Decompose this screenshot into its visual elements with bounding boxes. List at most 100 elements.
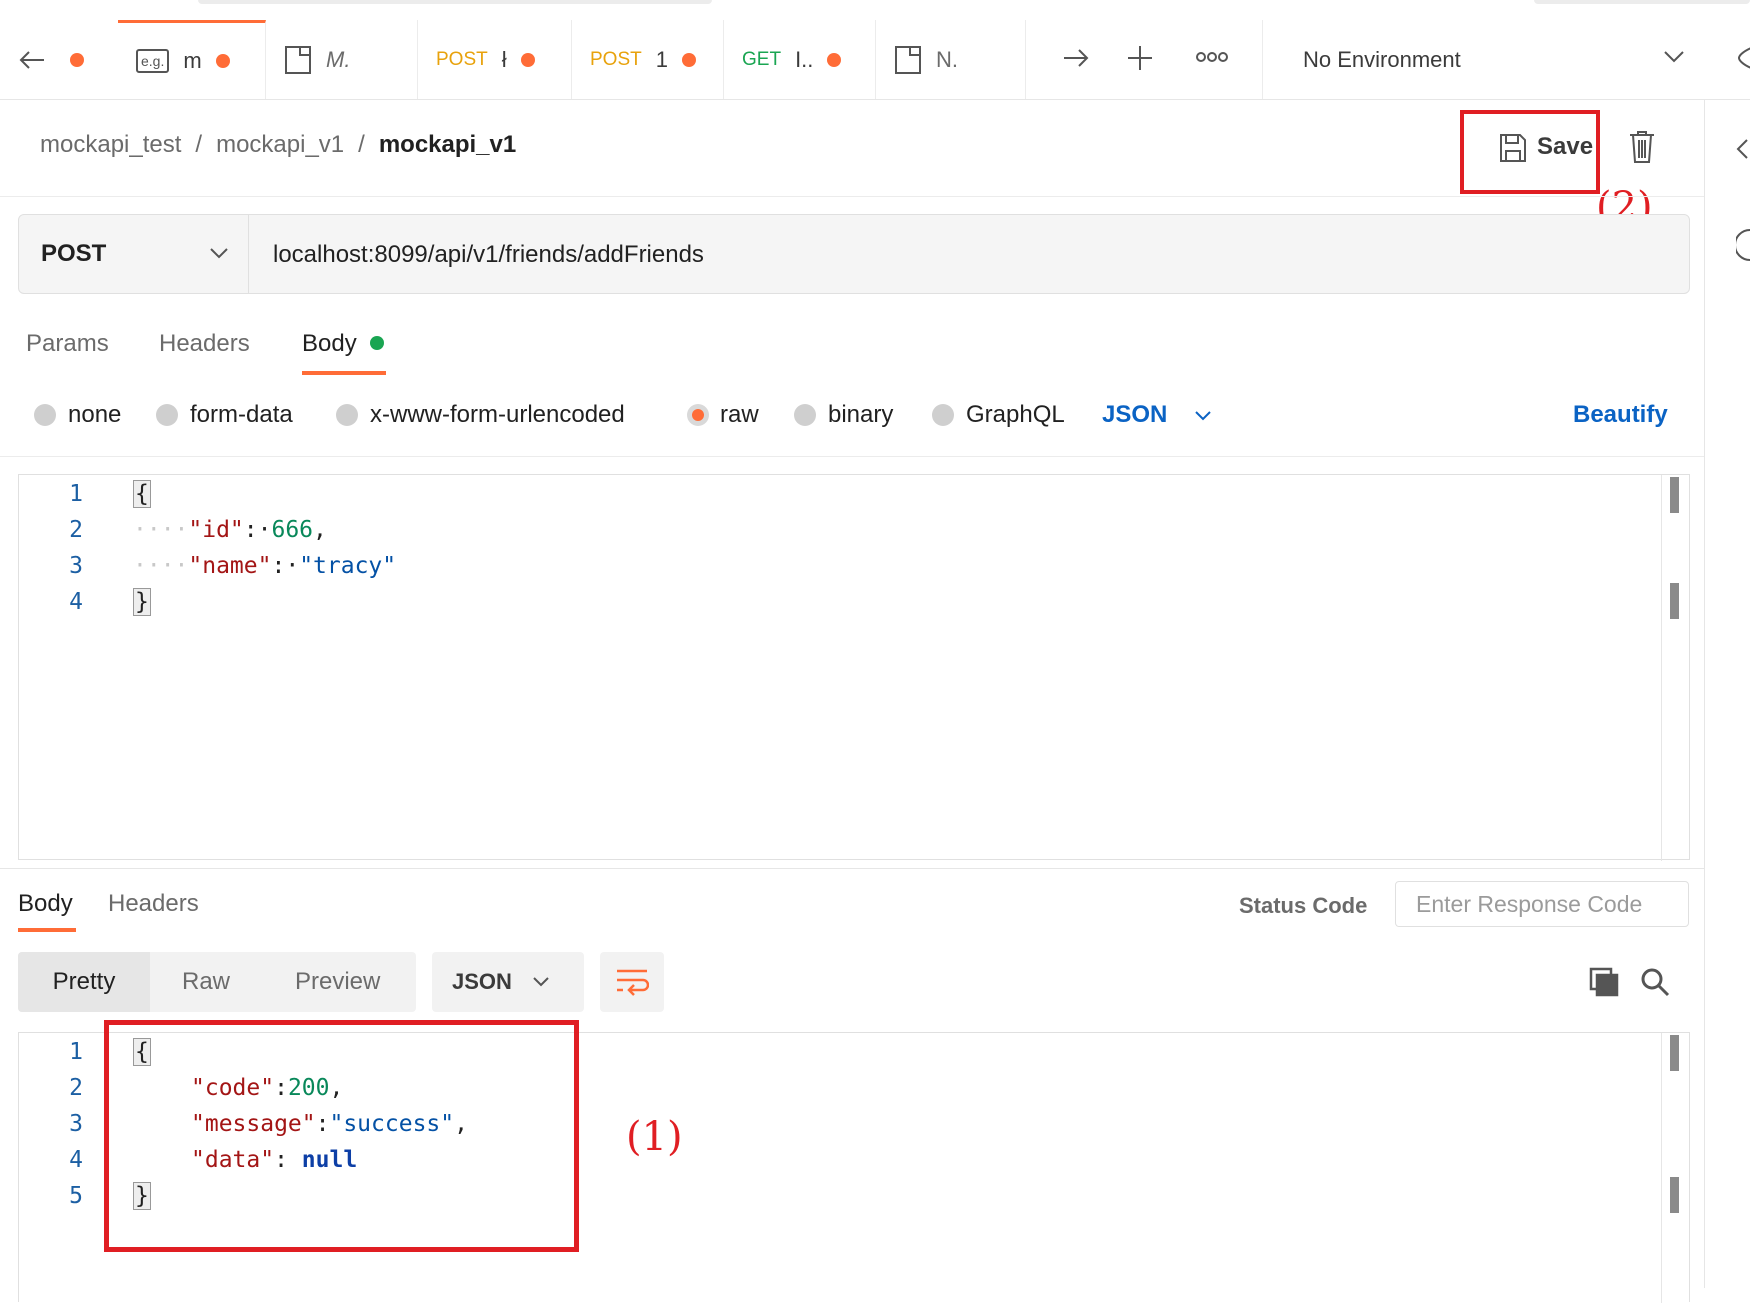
environment-selector[interactable]: No Environment (1262, 20, 1750, 99)
eye-icon[interactable] (1737, 44, 1750, 72)
method-select[interactable]: POST (19, 215, 249, 293)
annotation-box-response (104, 1020, 579, 1252)
radio-urlencoded[interactable] (336, 404, 358, 426)
status-code-placeholder: Enter Response Code (1416, 890, 1643, 917)
section-divider (0, 868, 1704, 869)
response-tab-headers[interactable]: Headers (108, 890, 199, 918)
tab-method: POST (436, 48, 488, 70)
code-line: } (133, 588, 151, 616)
divider (0, 456, 1704, 457)
request-body-editor[interactable]: 1 2 3 4 { ····"id":·666, ····"name":·"tr… (18, 474, 1690, 861)
right-sidebar-divider (1704, 100, 1705, 1288)
json-colon: :· (271, 553, 300, 579)
tab-6[interactable]: N. (876, 20, 1026, 99)
breadcrumb-separator: / (195, 131, 203, 158)
collapse-chevron-icon[interactable] (1736, 138, 1748, 160)
json-colon: :· (243, 517, 272, 543)
ghost-tab (198, 0, 712, 4)
tab-label: ł (501, 46, 507, 72)
active-tab-underline (302, 371, 386, 375)
unsaved-dot (827, 52, 842, 67)
copy-icon[interactable] (1589, 967, 1619, 997)
radio-binary[interactable] (794, 404, 816, 426)
breadcrumb-separator: / (358, 131, 365, 158)
scrollbar-thumb[interactable] (1670, 1177, 1679, 1213)
arrow-left-icon[interactable] (18, 49, 46, 71)
json-key: "id" (188, 517, 244, 543)
scrollbar-track (1661, 475, 1662, 861)
view-mode-group: Pretty Raw Preview (18, 952, 416, 1012)
tab-label: 1 (655, 46, 668, 72)
annotation-box-save (1460, 110, 1600, 194)
breadcrumb-collection[interactable]: mockapi_test (40, 131, 181, 159)
view-pretty-button[interactable]: Pretty (18, 952, 150, 1012)
tab-params[interactable]: Params (26, 330, 109, 358)
radio-label-binary: binary (828, 401, 894, 428)
status-code-label: Status Code (1239, 893, 1368, 918)
info-circle-icon[interactable] (1736, 228, 1750, 262)
breadcrumb: mockapi_test / mockapi_v1 / mockapi_v1 (40, 131, 516, 159)
line-number: 4 (69, 1147, 83, 1173)
json-key: "name" (188, 553, 272, 579)
radio-label-urlencoded: x-www-form-urlencoded (370, 401, 625, 428)
status-code-input[interactable]: Enter Response Code (1395, 881, 1689, 927)
arrow-right-icon[interactable] (1062, 46, 1090, 70)
tab-3[interactable]: POST ł (418, 20, 572, 99)
search-icon[interactable] (1640, 967, 1670, 997)
line-number: 5 (69, 1183, 83, 1209)
environment-label: No Environment (1303, 46, 1461, 72)
radio-none[interactable] (34, 404, 56, 426)
view-pretty-label: Pretty (52, 968, 116, 995)
beautify-link[interactable]: Beautify (1573, 401, 1668, 429)
request-bar: POST localhost:8099/api/v1/friends/addFr… (18, 214, 1690, 294)
radio-label-form-data: form-data (190, 401, 293, 428)
tab-5[interactable]: GET I.. (724, 20, 876, 99)
radio-form-data[interactable] (156, 404, 178, 426)
tab-1[interactable]: e.g. m (118, 20, 266, 99)
response-format-label: JSON (452, 969, 512, 994)
url-input[interactable]: localhost:8099/api/v1/friends/addFriends (273, 241, 704, 269)
response-tab-body[interactable]: Body (18, 890, 73, 918)
response-format-select[interactable]: JSON (432, 952, 584, 1012)
body-status-dot (370, 336, 384, 350)
body-format-select[interactable]: JSON (1102, 401, 1167, 429)
breadcrumb-folder[interactable]: mockapi_v1 (216, 131, 344, 159)
view-preview-button[interactable]: Preview (295, 968, 380, 996)
tab-headers[interactable]: Headers (159, 330, 250, 358)
scrollbar-thumb[interactable] (1670, 477, 1679, 513)
scrollbar-track (1661, 1033, 1662, 1303)
scrollbar-thumb[interactable] (1670, 1035, 1679, 1071)
indent-guide: ···· (133, 553, 189, 579)
tab-body[interactable]: Body (302, 330, 357, 358)
radio-raw[interactable] (687, 404, 709, 426)
example-icon: e.g. (136, 49, 170, 73)
radio-label-graphql: GraphQL (966, 401, 1065, 428)
method-value: POST (41, 240, 107, 267)
unsaved-dot (520, 52, 535, 67)
document-icon (285, 45, 311, 74)
tab-2[interactable]: M. (266, 20, 418, 99)
json-value: "tracy" (299, 553, 397, 579)
line-number: 2 (69, 517, 83, 543)
tab-4[interactable]: POST 1 (572, 20, 724, 99)
unsaved-dot (681, 52, 696, 67)
wrap-lines-button[interactable] (600, 952, 664, 1012)
scrollbar-thumb[interactable] (1670, 583, 1679, 619)
radio-graphql[interactable] (932, 404, 954, 426)
divider (0, 196, 1704, 197)
trash-icon[interactable] (1629, 130, 1655, 164)
line-number: 3 (69, 553, 83, 579)
view-raw-button[interactable]: Raw (182, 968, 230, 996)
ghost-tab (1534, 0, 1750, 4)
chevron-down-icon (533, 977, 549, 987)
more-options-icon[interactable] (1196, 50, 1228, 64)
plus-icon[interactable] (1126, 44, 1154, 72)
breadcrumb-request[interactable]: mockapi_v1 (379, 131, 516, 159)
brace-open: { (133, 480, 151, 508)
chevron-down-icon[interactable] (1194, 410, 1212, 422)
tab-label: I.. (795, 46, 814, 72)
wrap-lines-icon (617, 969, 649, 996)
tab-0[interactable] (0, 20, 118, 99)
json-value: 666 (271, 517, 314, 543)
chevron-down-icon (210, 248, 228, 259)
